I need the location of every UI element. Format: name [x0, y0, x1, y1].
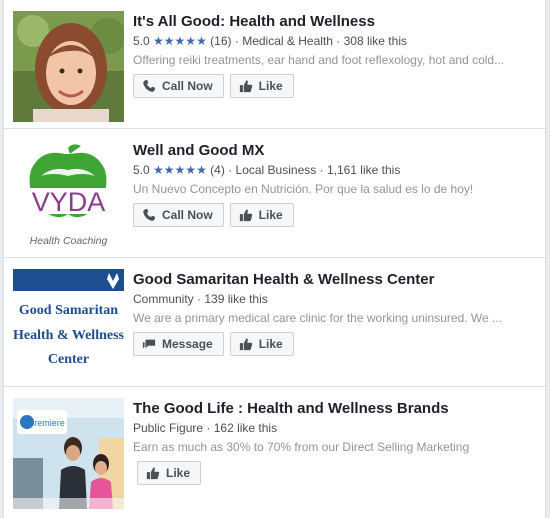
review-count[interactable]: (16) [210, 34, 231, 48]
page-description: Offering reiki treatments, ear hand and … [133, 53, 505, 67]
profile-logo[interactable]: VYDA Health Coaching [13, 140, 124, 251]
phone-icon [142, 208, 156, 222]
page-description: We are a primary medical care clinic for… [133, 311, 503, 325]
profile-logo[interactable]: Good Samaritan Health & Wellness Center [13, 269, 124, 380]
profile-photo[interactable] [13, 11, 124, 122]
page-meta: Public Figure · 162 like this [133, 421, 278, 435]
like-label: Like [166, 466, 191, 480]
result-item: It's All Good: Health and Wellness 5.0 ★… [4, 0, 545, 129]
page-category: Local Business [235, 163, 317, 177]
like-button[interactable]: Like [229, 332, 294, 356]
page-description: Earn as much as 30% to 70% from our Dire… [133, 440, 470, 454]
message-icon [142, 337, 156, 351]
page-meta: 5.0 ★★★★★ (16) · Medical & Health · 308 … [133, 34, 407, 48]
like-count: 162 like this [213, 421, 278, 435]
review-count[interactable]: (4) [210, 163, 225, 177]
message-button[interactable]: Message [133, 332, 224, 356]
rating-stars-icon: ★★★★★ [153, 34, 207, 48]
logo-line-3: Center [48, 352, 89, 367]
call-now-button[interactable]: Call Now [133, 203, 224, 227]
page-title-link[interactable]: Good Samaritan Health & Wellness Center [133, 270, 539, 289]
like-button[interactable]: Like [229, 74, 294, 98]
search-results-list: It's All Good: Health and Wellness 5.0 ★… [3, 0, 546, 518]
like-button[interactable]: Like [229, 203, 294, 227]
page-description: Un Nuevo Concepto en Nutrición. Por que … [133, 182, 474, 196]
phone-icon [142, 79, 156, 93]
page-meta: 5.0 ★★★★★ (4) · Local Business · 1,161 l… [133, 163, 401, 177]
rating-value: 5.0 [133, 34, 150, 48]
rating-value: 5.0 [133, 163, 150, 177]
page-title-link[interactable]: It's All Good: Health and Wellness [133, 12, 539, 31]
page-category: Community [133, 292, 194, 306]
like-count: 308 like this [343, 34, 407, 48]
thumbs-up-icon [239, 208, 253, 222]
logo-line-2: Health & Wellness [13, 328, 124, 343]
result-item: VYDA Health Coaching Well and Good MX 5.… [4, 129, 545, 258]
page-title-link[interactable]: Well and Good MX [133, 141, 539, 160]
like-button[interactable]: Like [137, 461, 202, 485]
logo-subtext: Health Coaching [30, 235, 108, 247]
like-count: 1,161 like this [326, 163, 401, 177]
thumbs-up-icon [239, 79, 253, 93]
page-title-link[interactable]: The Good Life : Health and Wellness Bran… [133, 399, 539, 418]
thumbs-up-icon [239, 337, 253, 351]
profile-photo[interactable]: premiere [13, 398, 124, 509]
page-category: Medical & Health [242, 34, 333, 48]
message-label: Message [162, 337, 213, 351]
thumbs-up-icon [146, 466, 160, 480]
page-meta: Community · 139 like this [133, 292, 268, 306]
logo-line-1: Good Samaritan [19, 303, 118, 318]
call-now-label: Call Now [162, 79, 213, 93]
call-now-button[interactable]: Call Now [133, 74, 224, 98]
rating-stars-icon: ★★★★★ [153, 163, 207, 177]
like-label: Like [258, 337, 283, 351]
result-item: Good Samaritan Health & Wellness Center … [4, 258, 545, 387]
call-now-label: Call Now [162, 208, 213, 222]
like-label: Like [258, 208, 283, 222]
like-count: 139 like this [204, 292, 268, 306]
like-label: Like [258, 79, 283, 93]
page-category: Public Figure [133, 421, 204, 435]
result-item: premiere The Good Life : Health and Well… [4, 387, 545, 518]
photo-sign-text: premiere [29, 418, 65, 428]
logo-vyda-text: VYDA [32, 187, 106, 217]
